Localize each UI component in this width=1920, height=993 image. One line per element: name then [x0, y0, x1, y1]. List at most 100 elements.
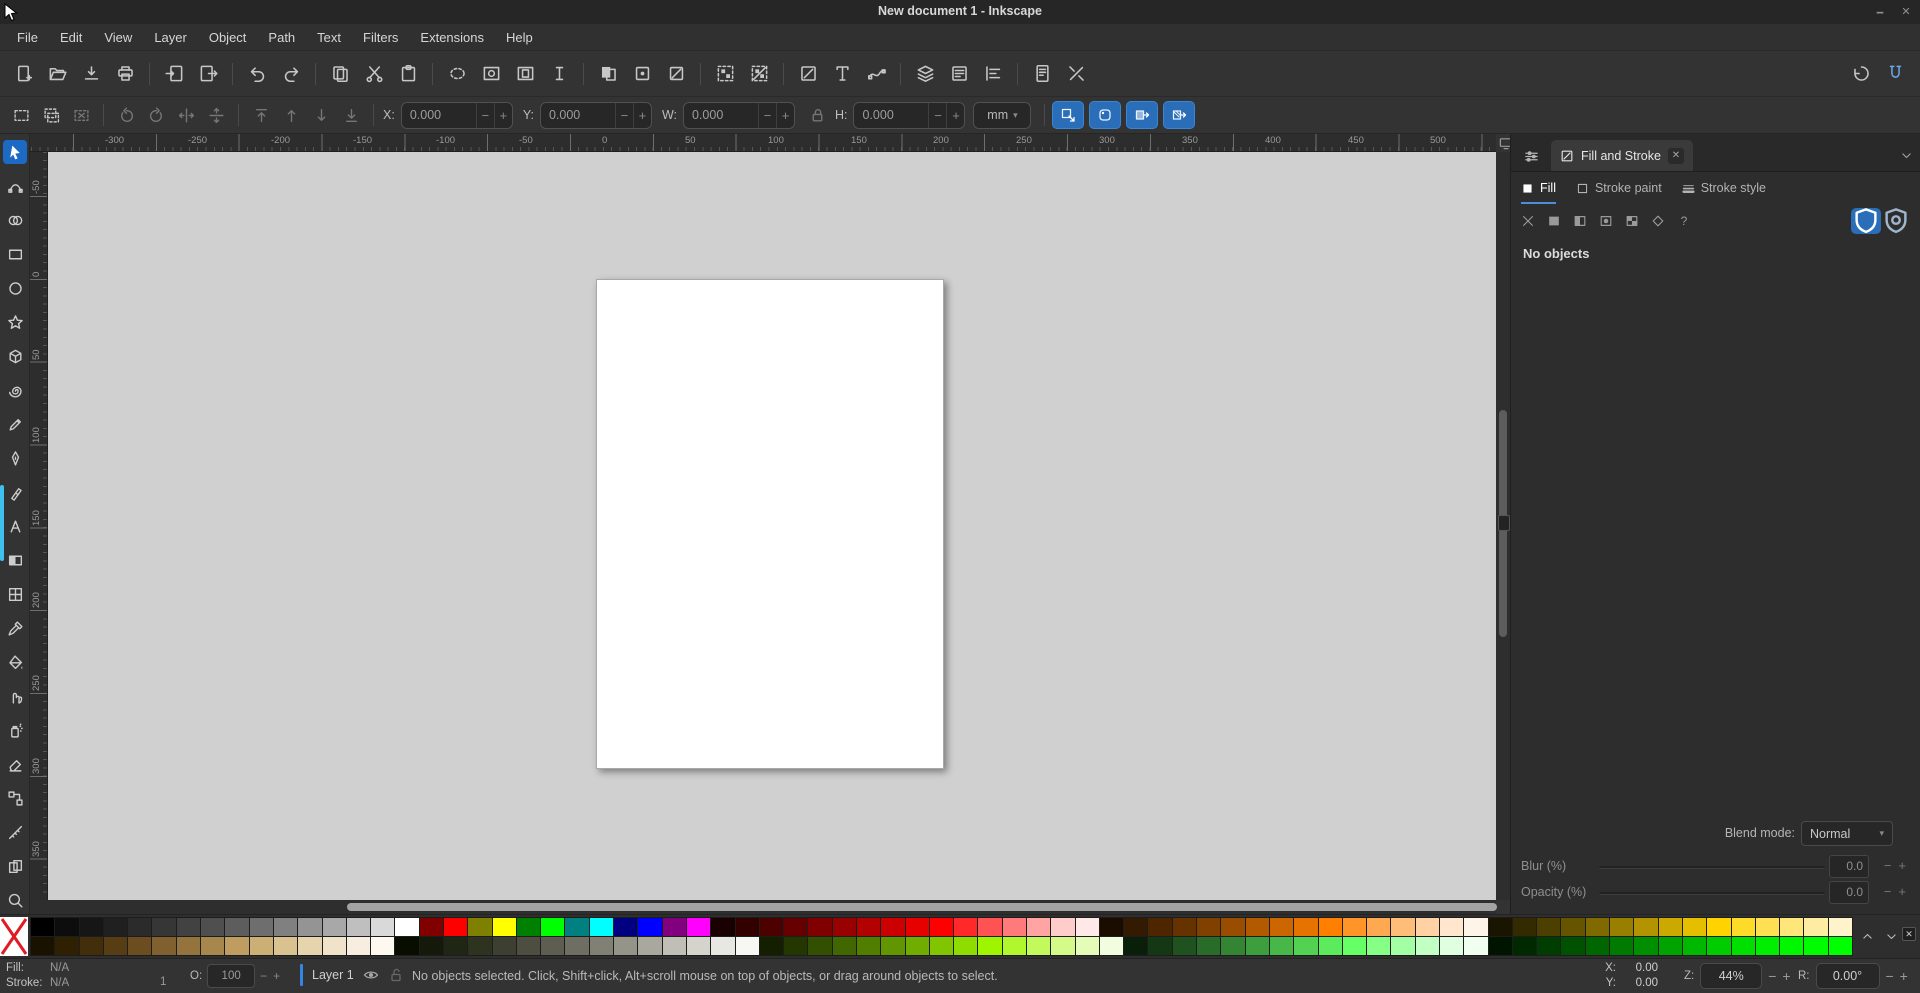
palette-swatch[interactable]: [856, 918, 881, 936]
preferences-button[interactable]: [1059, 57, 1093, 91]
palette-swatch[interactable]: [589, 937, 614, 955]
zoom-field[interactable]: 44%: [1700, 963, 1763, 989]
tool-pencil[interactable]: [3, 412, 27, 436]
layer-selector[interactable]: Layer 1: [312, 968, 354, 982]
document-new-button[interactable]: [6, 57, 40, 91]
palette-swatch[interactable]: [929, 918, 954, 936]
palette-swatch[interactable]: [1027, 918, 1051, 936]
palette-swatch[interactable]: [1634, 918, 1658, 936]
palette-swatch[interactable]: [1051, 937, 1075, 955]
tool-selector[interactable]: [3, 140, 27, 164]
text-dialog-button[interactable]: [825, 57, 859, 91]
tool-rectangle[interactable]: [3, 242, 27, 266]
palette-swatch[interactable]: [1197, 937, 1221, 955]
h-plus[interactable]: +: [946, 102, 964, 128]
palette-swatch[interactable]: [638, 937, 662, 955]
ungroup-objects-button[interactable]: [742, 57, 776, 91]
palette-swatch[interactable]: [492, 918, 516, 936]
palette-swatch[interactable]: [1828, 918, 1852, 936]
title-bar[interactable]: New document 1 - Inkscape 🗕 ✕: [0, 0, 1920, 24]
lower-button[interactable]: [306, 100, 336, 130]
tool-measure[interactable]: [3, 820, 27, 844]
palette-swatch[interactable]: [686, 937, 711, 955]
palette-swatch[interactable]: [1658, 918, 1682, 936]
palette-swatch[interactable]: [808, 937, 832, 955]
palette-swatch[interactable]: [1124, 918, 1148, 936]
palette-swatch[interactable]: [55, 918, 79, 936]
layer-visibility-icon[interactable]: [363, 967, 379, 983]
align-distribute-dialog-button[interactable]: [976, 57, 1010, 91]
palette-swatch[interactable]: [954, 918, 978, 936]
palette-swatch[interactable]: [1561, 918, 1585, 936]
palette-swatch[interactable]: [128, 937, 152, 955]
palette-swatch[interactable]: [954, 937, 978, 955]
tab-stroke-style[interactable]: Stroke style: [1682, 172, 1766, 204]
raise-button[interactable]: [276, 100, 306, 130]
tool-tweak[interactable]: [3, 684, 27, 708]
x-plus[interactable]: +: [493, 102, 512, 128]
palette-swatch[interactable]: [1707, 937, 1731, 955]
pattern-button[interactable]: [1619, 209, 1645, 233]
tool-spray[interactable]: [3, 718, 27, 742]
palette-swatch[interactable]: [322, 937, 346, 955]
palette-swatch[interactable]: [1537, 937, 1561, 955]
tool-connector[interactable]: [3, 786, 27, 810]
select-all-button[interactable]: [6, 100, 36, 130]
rotation-field[interactable]: 0.00°: [1815, 963, 1880, 989]
palette-swatch[interactable]: [1245, 937, 1269, 955]
palette-swatch[interactable]: [273, 918, 298, 936]
clone-button[interactable]: [625, 57, 659, 91]
toggle-scale-corners[interactable]: [1089, 101, 1122, 129]
palette-swatch[interactable]: [395, 937, 419, 955]
palette-swatch[interactable]: [1512, 918, 1537, 936]
palette-swatch[interactable]: [1488, 918, 1512, 936]
palette-swatch[interactable]: [929, 937, 954, 955]
palette-swatch[interactable]: [419, 937, 443, 955]
palette-swatch[interactable]: [1342, 918, 1367, 936]
undo-button[interactable]: [240, 57, 274, 91]
palette-swatch[interactable]: [273, 937, 298, 955]
minimize-button[interactable]: 🗕: [1872, 5, 1888, 19]
palette-swatch[interactable]: [1610, 918, 1634, 936]
palette-swatch[interactable]: [516, 918, 541, 936]
object-properties-dialog-button[interactable]: [942, 57, 976, 91]
tab-fill[interactable]: Fill: [1521, 172, 1556, 204]
palette-swatch[interactable]: [1707, 918, 1731, 936]
palette-swatch[interactable]: [589, 918, 614, 936]
canvas[interactable]: [48, 152, 1496, 900]
paste-button[interactable]: [391, 57, 425, 91]
snap-toggle-button[interactable]: [1878, 57, 1912, 91]
palette-swatch[interactable]: [249, 937, 273, 955]
document-open-button[interactable]: [40, 57, 74, 91]
palette-swatch[interactable]: [492, 937, 516, 955]
toggle-scale-stroke[interactable]: [1052, 101, 1085, 129]
palette-swatch[interactable]: [1512, 937, 1537, 955]
palette-swatch[interactable]: [735, 918, 759, 936]
toggle-move-gradients[interactable]: [1126, 101, 1159, 129]
layers-dialog-button[interactable]: [908, 57, 942, 91]
palette-swatch[interactable]: [1124, 937, 1148, 955]
tool-spiral[interactable]: [3, 378, 27, 402]
deselect-button[interactable]: [66, 100, 96, 130]
y-field[interactable]: 0.000 − +: [539, 101, 652, 129]
palette-swatch[interactable]: [662, 918, 686, 936]
palette-swatch[interactable]: [55, 937, 79, 955]
palette-swatch[interactable]: [322, 918, 346, 936]
menu-edit[interactable]: Edit: [49, 27, 93, 48]
palette-swatch[interactable]: [1415, 937, 1439, 955]
tool-dropper[interactable]: [3, 616, 27, 640]
tool-pen[interactable]: [3, 446, 27, 470]
palette-config-button[interactable]: ✕: [1902, 927, 1916, 941]
zoom-drawing-button[interactable]: [440, 57, 474, 91]
palette-swatch[interactable]: [711, 918, 735, 936]
blur-slider[interactable]: [1599, 866, 1825, 869]
palette-swatch[interactable]: [1221, 918, 1245, 936]
menu-help[interactable]: Help: [495, 27, 544, 48]
rotation-steppers[interactable]: −+: [1886, 968, 1914, 984]
menu-view[interactable]: View: [93, 27, 143, 48]
blur-steppers[interactable]: −+: [1884, 858, 1913, 873]
palette-swatch[interactable]: [1464, 918, 1488, 936]
tool-text[interactable]: [3, 514, 27, 538]
palette-swatch[interactable]: [103, 937, 128, 955]
document-properties-button[interactable]: [1025, 57, 1059, 91]
